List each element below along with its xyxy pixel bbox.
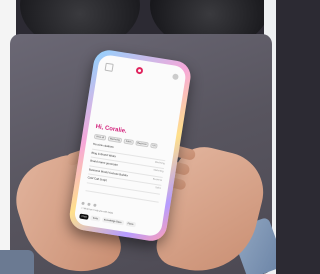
greeting-title: Hi, Coralie. — [95, 123, 128, 135]
list-item-title: Blog & Brand Writer — [91, 150, 117, 158]
list-item-meta: Marketing — [153, 169, 164, 174]
filter-chip[interactable]: Sales — [123, 138, 134, 145]
list-item-meta: Marketing — [154, 161, 165, 165]
tab-plans[interactable]: Plans — [125, 220, 136, 228]
menu-icon[interactable] — [104, 62, 114, 72]
mic-icon[interactable] — [87, 202, 91, 207]
attach-icon[interactable] — [81, 201, 85, 206]
list-item-title: Ha view citations — [92, 141, 115, 149]
filter-chip[interactable]: View all — [93, 133, 107, 141]
list-item-meta: Business — [152, 178, 163, 182]
tab-chat[interactable]: Chat — [79, 213, 89, 220]
tab-tools[interactable]: Tools — [90, 215, 101, 222]
settings-icon[interactable] — [172, 73, 179, 81]
list-item-title: Cold Call Script — [87, 175, 108, 183]
tool-list: Ha view citations Blog & Brand Writer Ma… — [85, 140, 167, 203]
filter-chip[interactable]: Business — [134, 140, 149, 148]
left-sleeve — [0, 250, 34, 274]
image-icon[interactable] — [93, 203, 97, 207]
filter-chip[interactable]: Marketing — [107, 136, 123, 144]
app-bottom: ⓘ What can I help you with today Chat To… — [79, 201, 157, 231]
photo-scene: Hi, Coralie. View all Marketing Sales Bu… — [0, 0, 276, 274]
list-item-meta: Sales — [154, 186, 161, 190]
tab-knowledge-base[interactable]: Knowledge Base — [101, 217, 124, 226]
app-topbar — [97, 62, 185, 86]
logo-icon — [135, 66, 144, 75]
filter-chip[interactable]: UX — [150, 142, 159, 149]
